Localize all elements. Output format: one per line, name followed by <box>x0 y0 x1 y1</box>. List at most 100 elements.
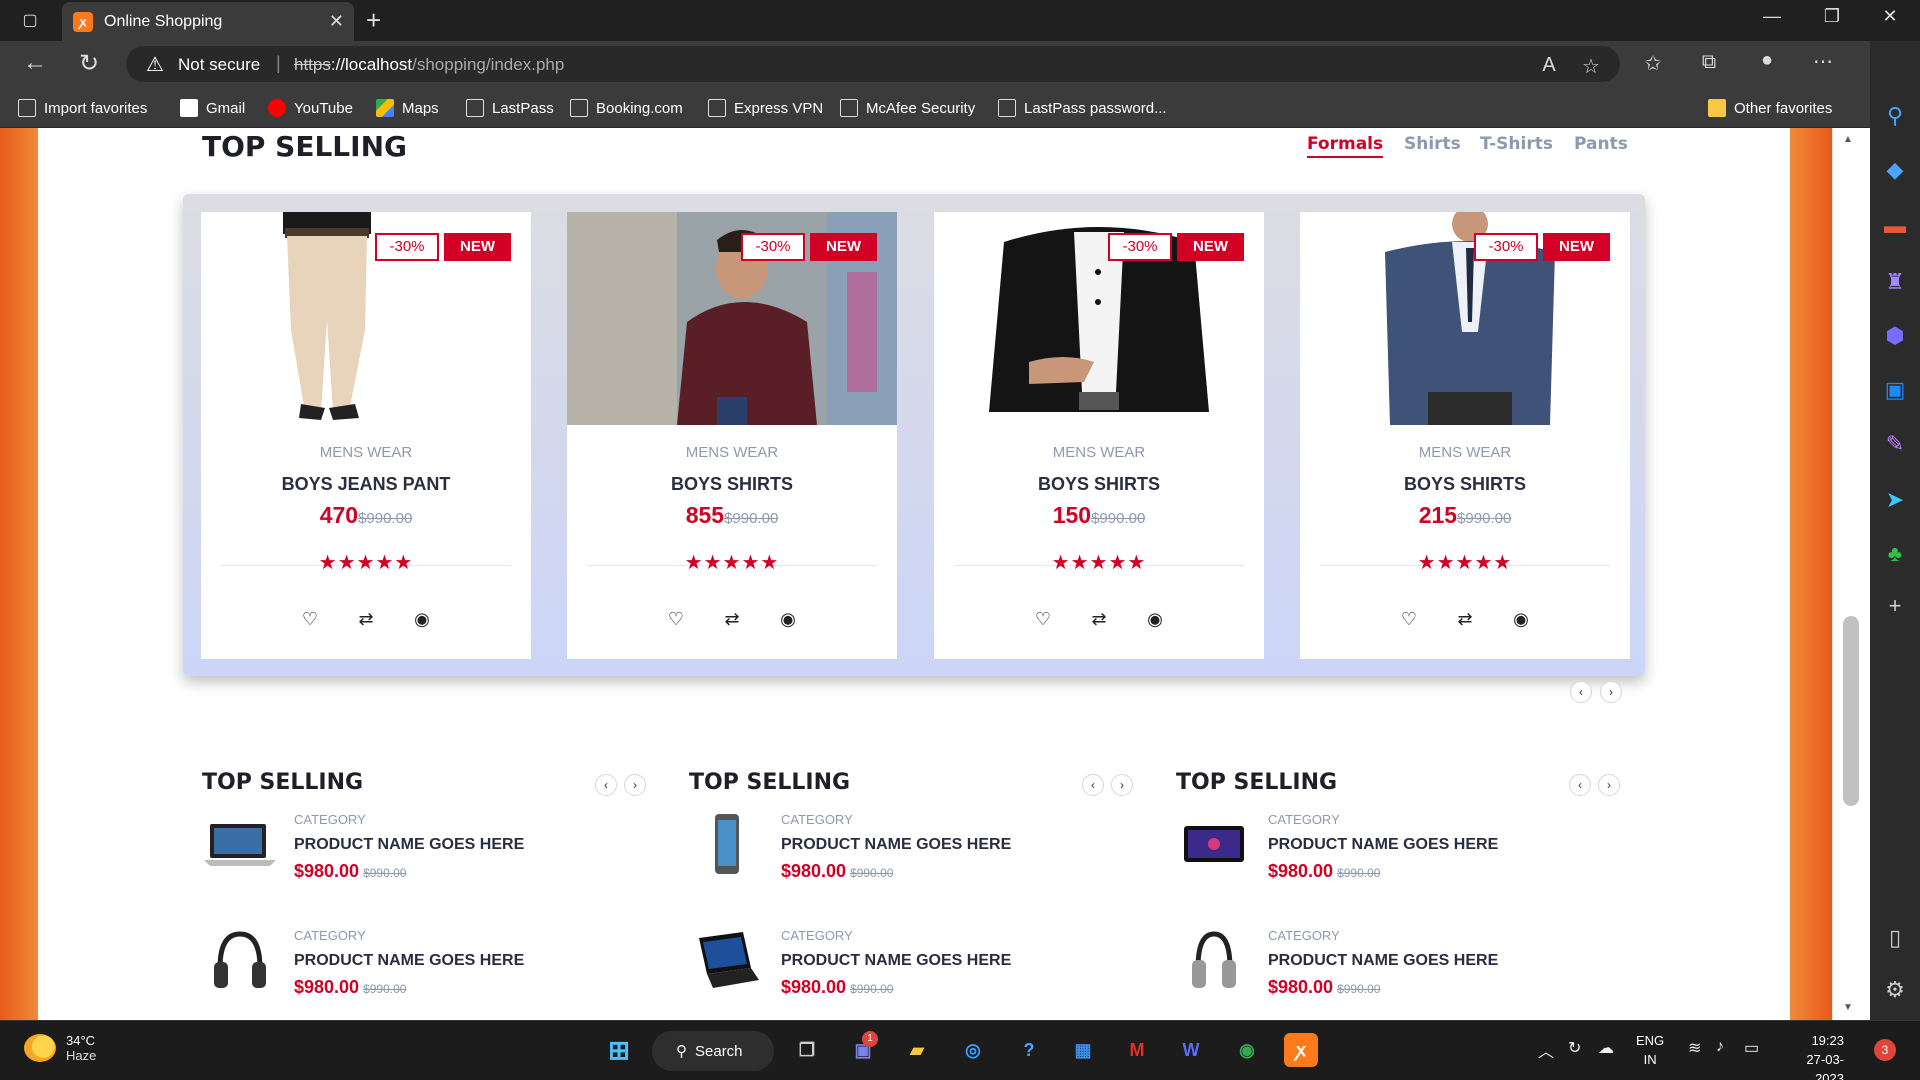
help-icon[interactable]: ? <box>1012 1033 1046 1067</box>
tab-shirts[interactable]: Shirts <box>1404 134 1461 154</box>
not-secure-label[interactable]: Not secure <box>178 55 260 75</box>
fav-mcafee[interactable]: McAfee Security <box>840 95 975 121</box>
tools-icon[interactable]: ▬ <box>1870 213 1920 239</box>
refresh-icon[interactable]: ↻ <box>72 49 106 78</box>
battery-icon[interactable]: ▭ <box>1744 1038 1759 1058</box>
microsoft365-icon[interactable]: ⬢ <box>1870 323 1920 349</box>
widget-product-item[interactable]: CATEGORY PRODUCT NAME GOES HERE $980.00 $… <box>1176 812 1616 902</box>
outlook-icon[interactable]: ▣ <box>1870 377 1920 403</box>
mcafee-icon[interactable]: M <box>1120 1033 1154 1067</box>
taskbar-search[interactable]: ⚲ Search <box>652 1031 774 1071</box>
widget-product-item[interactable]: CATEGORY PRODUCT NAME GOES HERE $980.00 $… <box>202 812 642 902</box>
url-text[interactable]: https://localhost/shopping/index.php <box>294 55 564 75</box>
product-card[interactable]: -30% NEW MENS WEAR BOYS SHIRTS 855$990.0… <box>567 212 897 659</box>
scrollbar-thumb[interactable] <box>1843 616 1859 806</box>
designer-icon[interactable]: ✎ <box>1870 431 1920 457</box>
edge-browser-icon[interactable]: ◎ <box>956 1033 990 1067</box>
network-status-icon[interactable]: ☁ <box>1598 1038 1614 1058</box>
slider-next-button[interactable]: › <box>1600 681 1622 703</box>
collections-icon[interactable]: ⧉ <box>1694 51 1724 74</box>
widget-next-button[interactable]: › <box>1111 774 1133 796</box>
browser-tab-active[interactable]: ꭗ Online Shopping ✕ <box>62 2 354 41</box>
tab-t-shirts[interactable]: T-Shirts <box>1480 134 1553 154</box>
chrome-icon[interactable]: ◉ <box>1230 1033 1264 1067</box>
fav-maps[interactable]: Maps <box>376 95 439 121</box>
product-name[interactable]: BOYS JEANS PANT <box>201 474 531 495</box>
quick-view-eye-icon[interactable]: ◉ <box>1144 608 1166 630</box>
volume-icon[interactable]: ♪ <box>1716 1038 1724 1056</box>
windows-start-icon[interactable]: ⊞ <box>602 1033 636 1067</box>
new-tab-icon[interactable]: + <box>366 5 381 36</box>
games-icon[interactable]: ♜ <box>1870 269 1920 295</box>
fav-booking[interactable]: Booking.com <box>570 95 683 121</box>
widget-product-name[interactable]: PRODUCT NAME GOES HERE <box>1268 952 1498 970</box>
send-icon[interactable]: ➤ <box>1870 487 1920 513</box>
sync-icon[interactable]: ↻ <box>1568 1038 1581 1058</box>
compare-arrows-icon[interactable]: ⇄ <box>1454 608 1476 630</box>
fav-import[interactable]: Import favorites <box>18 95 147 121</box>
restore-icon[interactable]: ❐ <box>1810 6 1854 27</box>
add-favorite-icon[interactable]: ☆ <box>1576 54 1606 79</box>
widget-product-item[interactable]: CATEGORY PRODUCT NAME GOES HERE $980.00 $… <box>1176 928 1616 1018</box>
scroll-down-icon[interactable]: ▼ <box>1843 1002 1853 1013</box>
compare-arrows-icon[interactable]: ⇄ <box>1088 608 1110 630</box>
scroll-up-icon[interactable]: ▲ <box>1843 134 1853 145</box>
shopping-tag-icon[interactable]: ◆ <box>1870 157 1920 183</box>
notification-badge[interactable]: 3 <box>1874 1039 1896 1061</box>
minimize-icon[interactable]: — <box>1750 6 1794 27</box>
widget-product-name[interactable]: PRODUCT NAME GOES HERE <box>781 952 1011 970</box>
product-name[interactable]: BOYS SHIRTS <box>567 474 897 495</box>
product-name[interactable]: BOYS SHIRTS <box>934 474 1264 495</box>
product-card[interactable]: -30% NEW MENS WEAR BOYS JEANS PANT 470$9… <box>201 212 531 659</box>
page-scrollbar[interactable]: ▲ ▼ <box>1832 128 1870 1020</box>
weather-widget[interactable]: 34°C Haze <box>24 1033 96 1063</box>
tree-icon[interactable]: ♣ <box>1870 541 1920 567</box>
language-indicator[interactable]: ENG IN <box>1636 1031 1664 1069</box>
store-icon[interactable]: ▦ <box>1066 1033 1100 1067</box>
profile-avatar-icon[interactable]: ● <box>1752 49 1782 72</box>
quick-view-eye-icon[interactable]: ◉ <box>411 608 433 630</box>
wishlist-heart-icon[interactable]: ♡ <box>665 608 687 630</box>
widget-product-name[interactable]: PRODUCT NAME GOES HERE <box>294 952 524 970</box>
wishlist-heart-icon[interactable]: ♡ <box>299 608 321 630</box>
fav-lastpass-password[interactable]: LastPass password... <box>998 95 1167 121</box>
compare-arrows-icon[interactable]: ⇄ <box>355 608 377 630</box>
tab-close-icon[interactable]: ✕ <box>329 11 344 32</box>
fav-other-favorites[interactable]: Other favorites <box>1708 95 1832 121</box>
widget-prev-button[interactable]: ‹ <box>595 774 617 796</box>
widget-next-button[interactable]: › <box>1598 774 1620 796</box>
product-card[interactable]: -30% NEW MENS WEAR BOYS SHIRTS 150$990.0… <box>934 212 1264 659</box>
quick-view-eye-icon[interactable]: ◉ <box>777 608 799 630</box>
favorites-icon[interactable]: ✩ <box>1638 51 1668 76</box>
widget-prev-button[interactable]: ‹ <box>1569 774 1591 796</box>
tab-pants[interactable]: Pants <box>1574 134 1628 154</box>
widget-product-item[interactable]: CATEGORY PRODUCT NAME GOES HERE $980.00 $… <box>202 928 642 1018</box>
task-view-icon[interactable]: ❐ <box>790 1033 824 1067</box>
widget-product-item[interactable]: CATEGORY PRODUCT NAME GOES HERE $980.00 $… <box>689 928 1129 1018</box>
xampp-icon[interactable]: ꭗ <box>1284 1033 1318 1067</box>
product-card[interactable]: -30% NEW MENS WEAR BOYS SHIRTS 215$990.0… <box>1300 212 1630 659</box>
tab-formals[interactable]: Formals <box>1307 134 1384 158</box>
webex-icon[interactable]: W <box>1174 1033 1208 1067</box>
widget-product-name[interactable]: PRODUCT NAME GOES HERE <box>1268 836 1498 854</box>
widget-product-name[interactable]: PRODUCT NAME GOES HERE <box>294 836 524 854</box>
widget-product-name[interactable]: PRODUCT NAME GOES HERE <box>781 836 1011 854</box>
wishlist-heart-icon[interactable]: ♡ <box>1398 608 1420 630</box>
more-menu-icon[interactable]: ⋯ <box>1808 49 1838 74</box>
product-name[interactable]: BOYS SHIRTS <box>1300 474 1630 495</box>
read-aloud-icon[interactable]: A <box>1534 54 1564 77</box>
clock[interactable]: 19:23 27-03-2023 <box>1784 1031 1844 1080</box>
wifi-icon[interactable]: ≋ <box>1688 1038 1701 1058</box>
slider-prev-button[interactable]: ‹ <box>1570 681 1592 703</box>
url-input[interactable]: ⚠ Not secure | https://localhost/shoppin… <box>126 46 1620 82</box>
show-hidden-icons-chevron-icon[interactable]: ︿ <box>1538 1038 1554 1062</box>
hide-sidebar-icon[interactable]: ▯ <box>1870 925 1920 951</box>
back-icon[interactable]: ← <box>18 49 52 77</box>
window-close-icon[interactable]: ✕ <box>1868 6 1912 27</box>
fav-gmail[interactable]: Gmail <box>180 95 245 121</box>
settings-gear-icon[interactable]: ⚙ <box>1870 977 1920 1003</box>
file-explorer-icon[interactable]: ▰ <box>900 1033 934 1067</box>
widget-prev-button[interactable]: ‹ <box>1082 774 1104 796</box>
fav-lastpass[interactable]: LastPass <box>466 95 554 121</box>
quick-view-eye-icon[interactable]: ◉ <box>1510 608 1532 630</box>
